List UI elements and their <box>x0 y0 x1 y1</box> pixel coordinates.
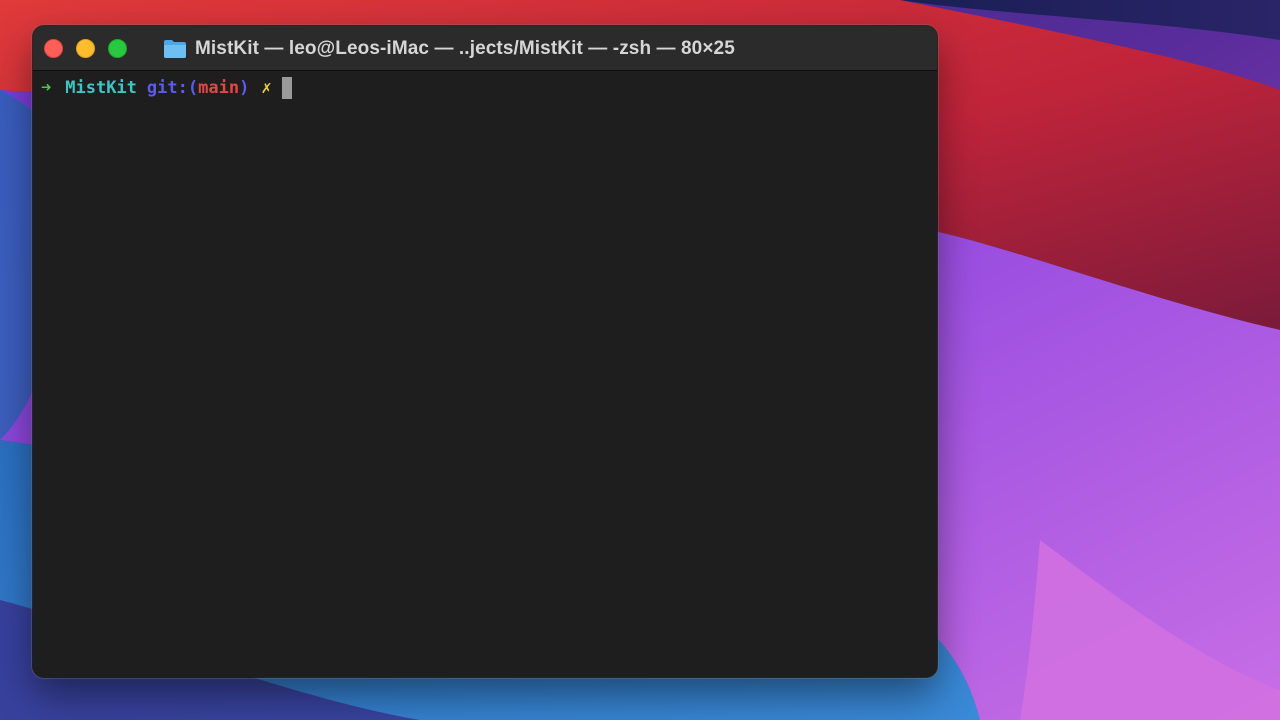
prompt-git-label: git: <box>146 78 188 98</box>
minimize-button[interactable] <box>76 39 95 58</box>
window-title: MistKit — leo@Leos-iMac — ..jects/MistKi… <box>195 37 735 59</box>
zoom-button[interactable] <box>108 39 127 58</box>
folder-icon <box>163 39 187 59</box>
text-cursor[interactable] <box>281 77 292 99</box>
prompt-branch: main <box>198 78 240 98</box>
prompt-line: ➜ MistKit git:(main) ✗ <box>41 77 292 99</box>
terminal-content[interactable]: ➜ MistKit git:(main) ✗ <box>33 71 937 677</box>
prompt-paren-close: ) <box>239 78 250 98</box>
terminal-window[interactable]: MistKit — leo@Leos-iMac — ..jects/MistKi… <box>33 26 937 677</box>
prompt-directory: MistKit <box>65 78 137 98</box>
prompt-dirty-marker: ✗ <box>261 78 272 98</box>
close-button[interactable] <box>44 39 63 58</box>
prompt-arrow-icon: ➜ <box>41 78 52 98</box>
window-title-group: MistKit — leo@Leos-iMac — ..jects/MistKi… <box>163 26 735 71</box>
title-bar[interactable]: MistKit — leo@Leos-iMac — ..jects/MistKi… <box>33 26 937 71</box>
prompt-paren-open: ( <box>187 78 199 98</box>
